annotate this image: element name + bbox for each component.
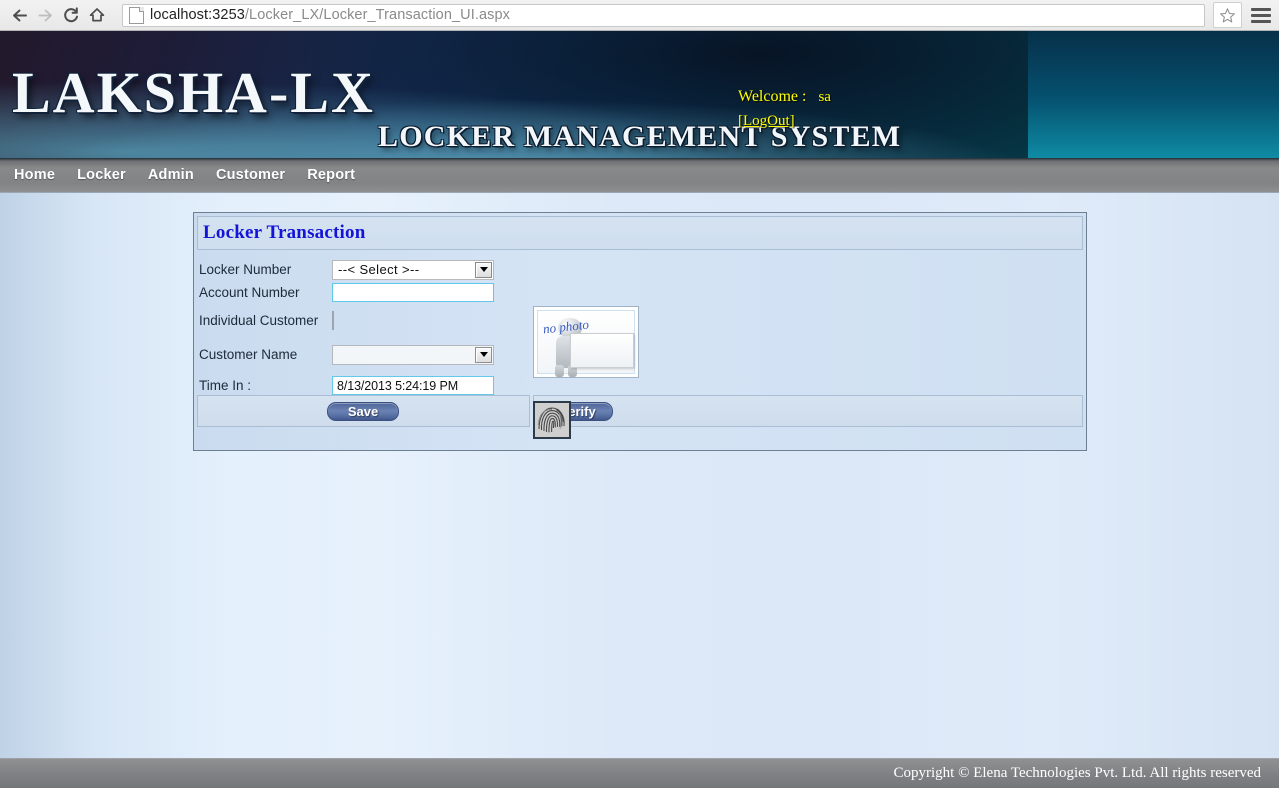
locker-number-label: Locker Number: [199, 262, 291, 277]
welcome-block: Welcome : sa [LogOut]: [738, 85, 831, 133]
field-row-time-in: Time In : 8/13/2013 5:24:19 PM: [199, 378, 251, 393]
chevron-down-icon[interactable]: [475, 262, 492, 278]
customer-photo[interactable]: no photo: [533, 306, 639, 378]
individual-customer-checkbox[interactable]: [332, 311, 334, 330]
welcome-line: Welcome : sa: [738, 85, 831, 109]
fingerprint-image[interactable]: [533, 401, 571, 439]
no-photo-board: [570, 333, 634, 368]
save-button[interactable]: Save: [327, 402, 399, 421]
panel-header: Locker Transaction: [197, 216, 1083, 250]
locker-number-select[interactable]: --< Select >--: [332, 260, 494, 280]
page-content-area: Locker Transaction Locker Number --< Sel…: [0, 193, 1279, 758]
site-banner: LAKSHA-LX LOCKER MANAGEMENT SYSTEM Welco…: [0, 31, 1279, 158]
field-row-locker-number: Locker Number --< Select >--: [199, 262, 291, 277]
field-row-account-number: Account Number: [199, 285, 300, 300]
hamburger-menu-icon[interactable]: [1251, 4, 1271, 26]
banner-right-fill: [1028, 31, 1279, 158]
individual-customer-checkbox-wrapper: [332, 312, 334, 330]
save-button-cell: Save: [197, 395, 530, 427]
panel-action-row: Save Verify: [197, 395, 1083, 427]
url-bar[interactable]: localhost:3253/Locker_LX/Locker_Transact…: [122, 4, 1205, 27]
customer-name-label: Customer Name: [199, 347, 297, 362]
copyright-text: Copyright © Elena Technologies Pvt. Ltd.…: [893, 765, 1261, 782]
url-text: localhost:3253/Locker_LX/Locker_Transact…: [150, 7, 510, 23]
field-row-individual-customer: Individual Customer: [199, 313, 318, 328]
locker-number-selected-value: --< Select >--: [338, 262, 419, 277]
reload-icon[interactable]: [58, 2, 84, 28]
url-host: localhost:3253: [150, 7, 245, 23]
account-number-label: Account Number: [199, 285, 300, 300]
account-number-input-wrapper: [332, 283, 494, 302]
field-row-customer-name: Customer Name: [199, 347, 297, 362]
customer-name-select[interactable]: [332, 345, 494, 365]
nav-item-locker[interactable]: Locker: [77, 167, 126, 183]
site-footer: Copyright © Elena Technologies Pvt. Ltd.…: [0, 758, 1279, 788]
time-in-input[interactable]: 8/13/2013 5:24:19 PM: [332, 376, 494, 395]
panel-footer-spacer: [197, 427, 1083, 447]
welcome-username: sa: [818, 89, 831, 105]
customer-name-select-wrapper: [332, 345, 494, 365]
verify-button-cell: Verify: [533, 395, 1083, 427]
welcome-label: Welcome :: [738, 88, 806, 105]
locker-number-select-wrapper: --< Select >--: [332, 260, 494, 280]
site-logo: LAKSHA-LX: [12, 59, 375, 126]
panel-body: Locker Number --< Select >-- Account Num…: [197, 250, 1083, 395]
locker-transaction-panel: Locker Transaction Locker Number --< Sel…: [193, 212, 1087, 451]
star-icon[interactable]: [1213, 2, 1242, 28]
time-in-input-wrapper: 8/13/2013 5:24:19 PM: [332, 376, 494, 395]
logout-link[interactable]: [LogOut]: [738, 111, 795, 133]
forward-arrow-icon[interactable]: [32, 2, 58, 28]
nav-item-report[interactable]: Report: [307, 167, 355, 183]
page-icon: [129, 7, 144, 24]
account-number-input[interactable]: [332, 283, 494, 302]
nav-item-customer[interactable]: Customer: [216, 167, 285, 183]
home-icon[interactable]: [84, 2, 110, 28]
figure-leg-left: [555, 365, 564, 377]
browser-toolbar: localhost:3253/Locker_LX/Locker_Transact…: [0, 0, 1279, 31]
time-in-label: Time In :: [199, 378, 251, 393]
page-title: Locker Transaction: [203, 222, 365, 244]
no-photo-placeholder-image: no photo: [537, 310, 635, 374]
main-navigation: Home Locker Admin Customer Report: [0, 158, 1279, 193]
chevron-down-icon[interactable]: [475, 347, 492, 363]
app-root: localhost:3253/Locker_LX/Locker_Transact…: [0, 0, 1279, 788]
url-path: /Locker_LX/Locker_Transaction_UI.aspx: [245, 7, 510, 23]
back-arrow-icon[interactable]: [6, 2, 32, 28]
individual-customer-label: Individual Customer: [199, 313, 318, 328]
nav-item-admin[interactable]: Admin: [148, 167, 194, 183]
fingerprint-icon: [535, 403, 569, 437]
nav-item-home[interactable]: Home: [14, 167, 55, 183]
